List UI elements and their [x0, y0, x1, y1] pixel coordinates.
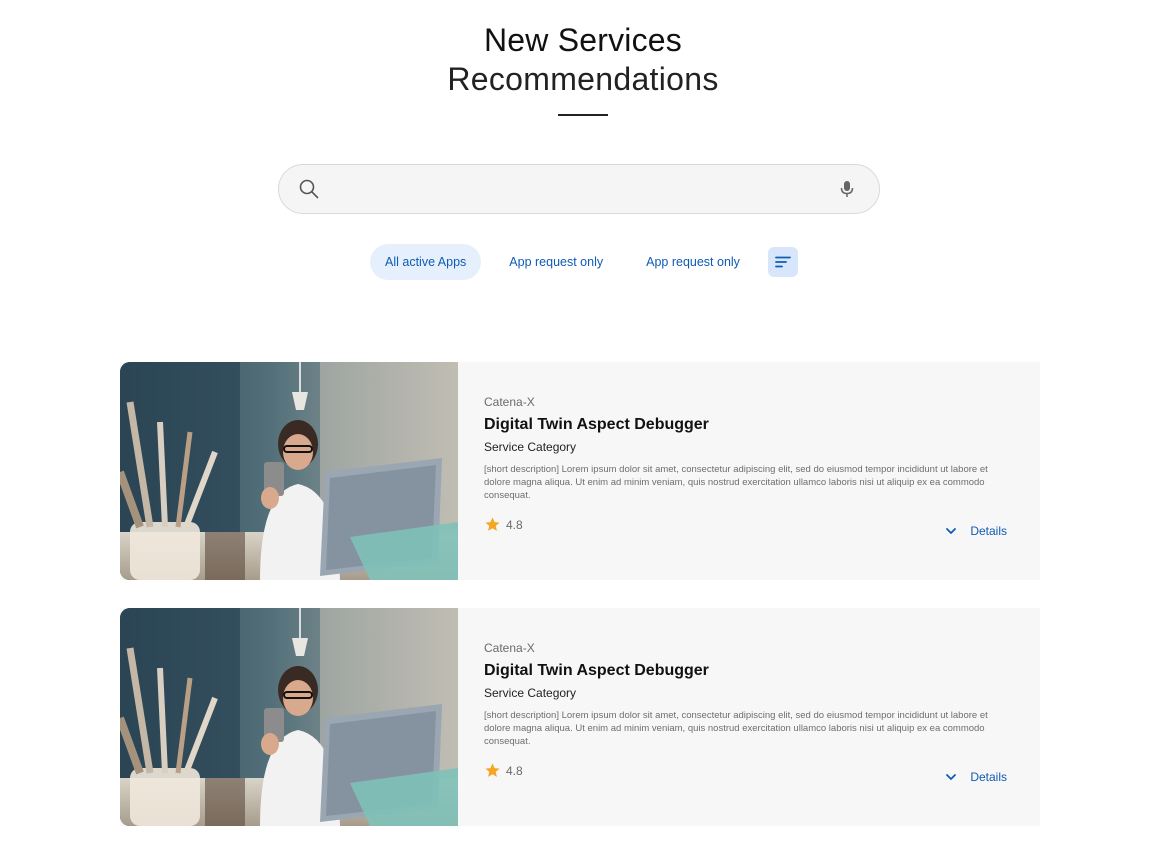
- page-subtitle: Recommendations: [447, 61, 719, 97]
- filter-tabs: All active Apps App request only App req…: [370, 244, 798, 280]
- service-title[interactable]: Digital Twin Aspect Debugger: [484, 661, 1014, 681]
- service-category: Service Category: [484, 440, 577, 454]
- service-card[interactable]: Catena-X Digital Twin Aspect Debugger Se…: [120, 608, 1040, 826]
- service-description: [short description] Lorem ipsum dolor si…: [484, 710, 988, 747]
- sort-icon: [775, 256, 791, 268]
- chevron-down-icon: [946, 528, 957, 534]
- service-provider: Catena-X: [484, 641, 535, 655]
- search-icon[interactable]: [298, 178, 320, 200]
- tab-app-request-only[interactable]: App request only: [494, 244, 618, 280]
- tab-app-request-only-2[interactable]: App request only: [631, 244, 755, 280]
- page-header: New Services Recommendations: [0, 20, 1166, 116]
- star-icon: [485, 763, 500, 777]
- service-image: [120, 608, 458, 826]
- star-icon: [485, 517, 500, 531]
- service-rating: 4.8: [484, 516, 523, 533]
- service-card[interactable]: Catena-X Digital Twin Aspect Debugger Se…: [120, 362, 1040, 580]
- service-provider: Catena-X: [484, 395, 535, 409]
- service-title[interactable]: Digital Twin Aspect Debugger: [484, 415, 1014, 435]
- tab-all-active-apps[interactable]: All active Apps: [370, 244, 482, 280]
- mic-icon[interactable]: [837, 178, 857, 200]
- search-input[interactable]: [332, 179, 837, 199]
- service-rating: 4.8: [484, 762, 523, 779]
- service-description: [short description] Lorem ipsum dolor si…: [484, 464, 988, 501]
- service-image: [120, 362, 458, 580]
- sort-button[interactable]: [767, 247, 798, 277]
- details-button[interactable]: Details: [944, 770, 1007, 784]
- chevron-down-icon: [946, 774, 957, 780]
- rating-value: 4.8: [506, 763, 523, 778]
- page-title: New Services: [483, 22, 682, 58]
- details-button[interactable]: Details: [944, 524, 1007, 538]
- service-card-body: Catena-X Digital Twin Aspect Debugger Se…: [458, 362, 1040, 580]
- service-card-body: Catena-X Digital Twin Aspect Debugger Se…: [458, 608, 1040, 826]
- details-label: Details: [970, 770, 1007, 784]
- service-category: Service Category: [484, 686, 577, 700]
- rating-value: 4.8: [506, 517, 523, 532]
- page: New Services Recommendations All active …: [0, 0, 1166, 844]
- details-label: Details: [970, 524, 1007, 538]
- search-bar[interactable]: [278, 164, 880, 214]
- title-divider: [558, 114, 608, 116]
